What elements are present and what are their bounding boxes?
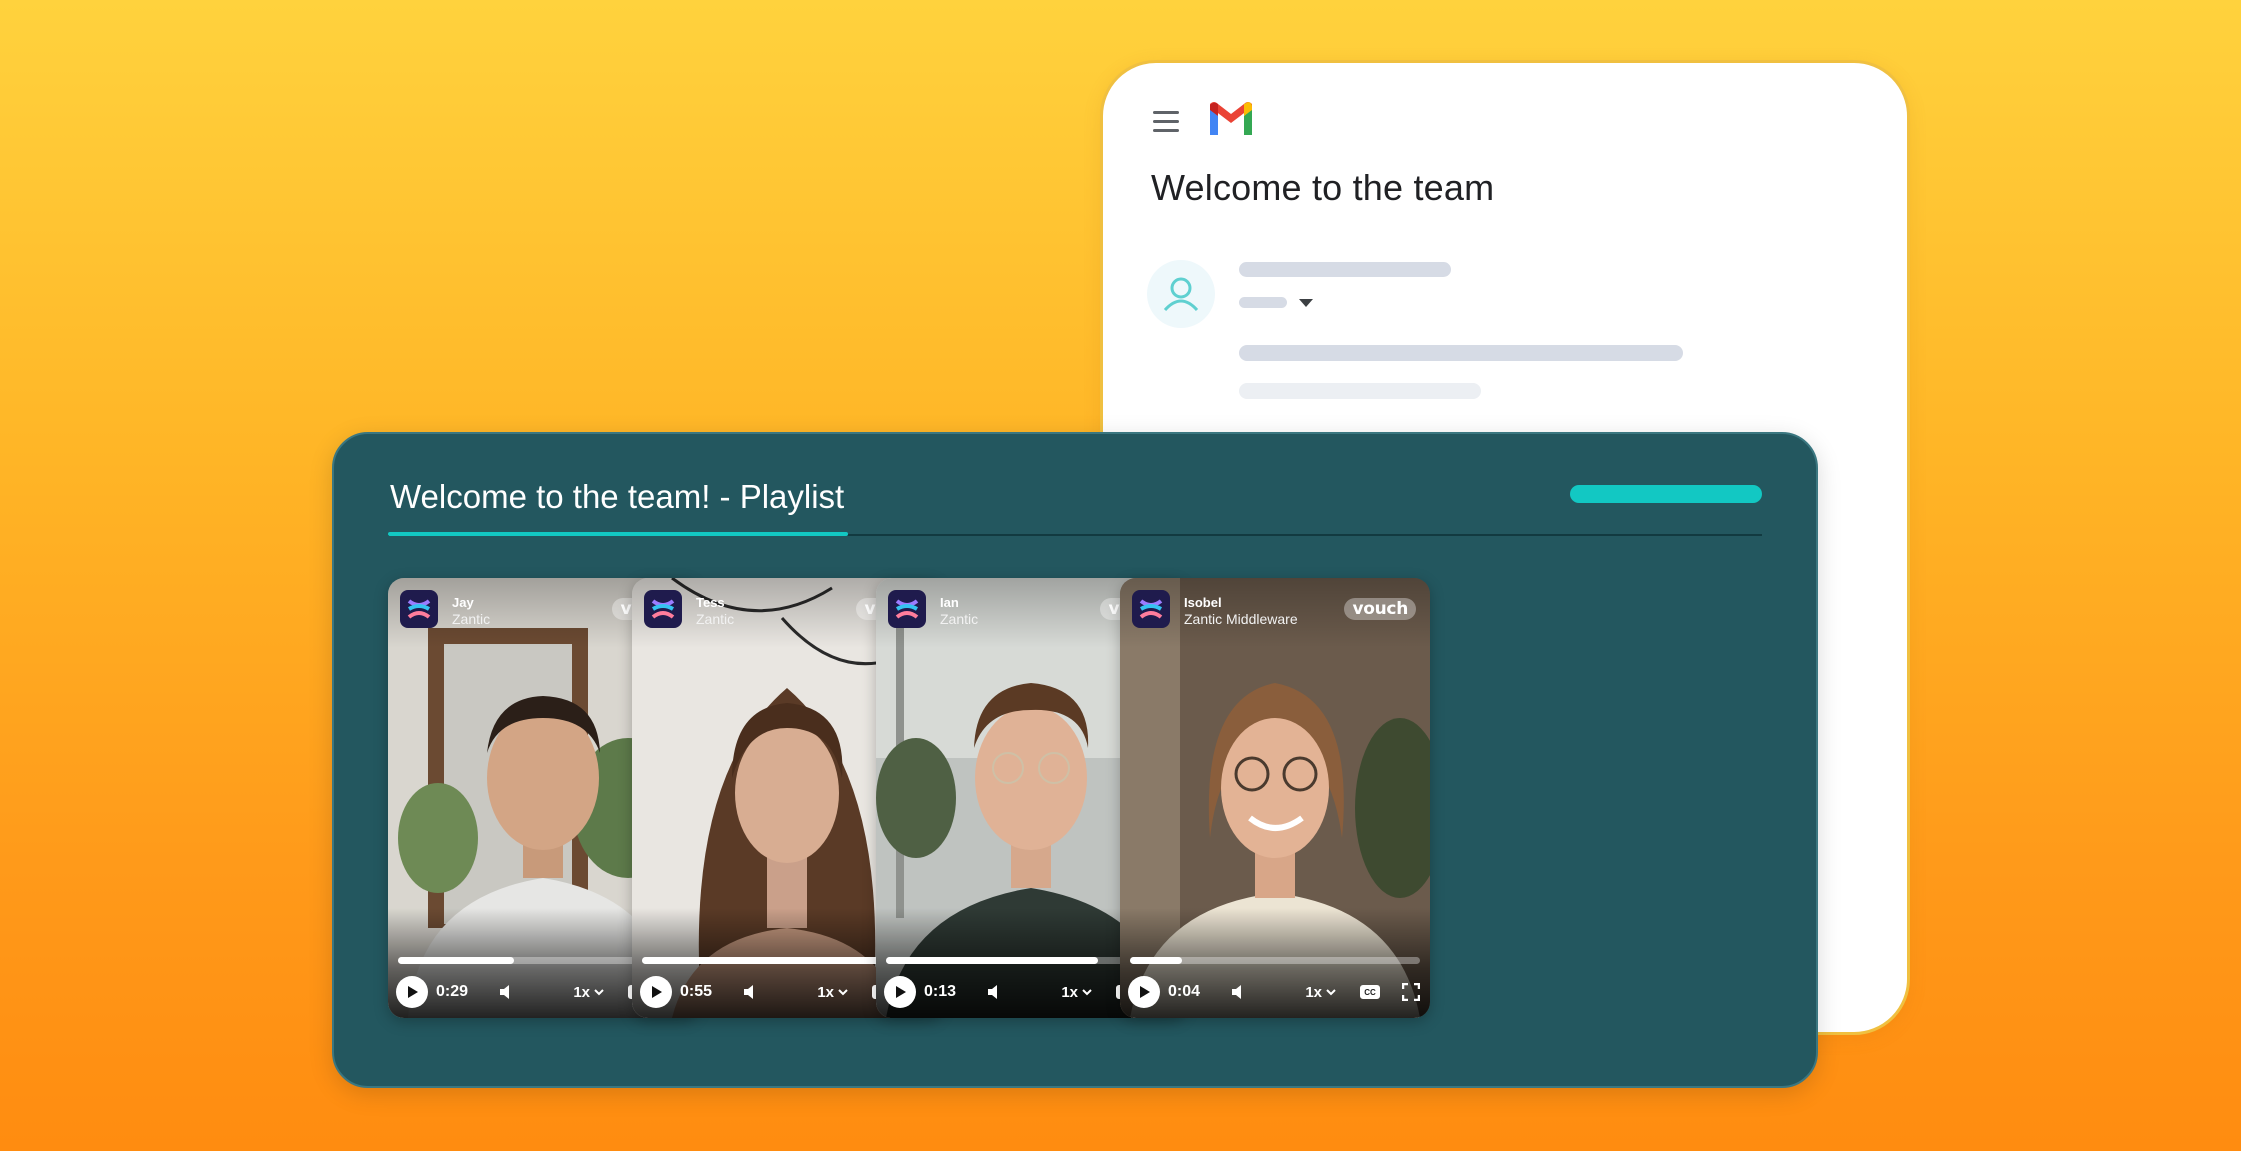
fullscreen-icon[interactable] xyxy=(1402,983,1420,1001)
speaker-name: Tess xyxy=(696,595,725,610)
video-card[interactable]: Isobel Zantic Middleware vouch 0:04 1x C… xyxy=(1120,578,1430,1018)
chevron-down-icon xyxy=(838,989,848,996)
playback-speed-select[interactable]: 1x xyxy=(817,984,848,1001)
vouch-logo: vouch xyxy=(1344,598,1416,620)
progress-bar[interactable] xyxy=(1130,957,1420,964)
chevron-down-icon xyxy=(1326,989,1336,996)
playback-speed-select[interactable]: 1x xyxy=(1305,984,1336,1001)
playback-speed-select[interactable]: 1x xyxy=(573,984,604,1001)
email-subject: Welcome to the team xyxy=(1151,167,1495,208)
play-button[interactable] xyxy=(640,976,672,1008)
body-line-placeholder xyxy=(1239,383,1481,399)
progress-fill xyxy=(642,957,903,964)
video-time: 0:29 xyxy=(436,983,469,1000)
playback-speed: 1x xyxy=(1305,983,1322,1001)
progress-fill xyxy=(398,957,514,964)
play-button[interactable] xyxy=(884,976,916,1008)
playback-speed: 1x xyxy=(573,983,590,1001)
playlist-title: Welcome to the team! - Playlist xyxy=(390,478,845,515)
chevron-down-icon xyxy=(594,989,604,996)
playback-speed: 1x xyxy=(817,983,834,1001)
speaker-company: Zantic xyxy=(452,611,491,627)
body-line-placeholder xyxy=(1239,345,1683,361)
volume-icon[interactable] xyxy=(1230,983,1248,1001)
progress-fill xyxy=(1130,957,1183,964)
sender-name-placeholder xyxy=(1239,262,1451,277)
user-avatar-icon xyxy=(1147,260,1215,328)
captions-icon[interactable]: CC xyxy=(1360,985,1380,999)
speaker-company: Zantic xyxy=(696,611,735,627)
dropdown-caret-icon[interactable] xyxy=(1299,299,1313,307)
speaker-name: Ian xyxy=(940,595,959,610)
volume-icon[interactable] xyxy=(742,983,760,1001)
title-underline xyxy=(388,532,848,536)
zantic-logo-icon xyxy=(644,590,682,628)
playback-speed: 1x xyxy=(1061,983,1078,1001)
playback-speed-select[interactable]: 1x xyxy=(1061,984,1092,1001)
play-button[interactable] xyxy=(1128,976,1160,1008)
zantic-logo-icon xyxy=(1132,590,1170,628)
recipient-placeholder xyxy=(1239,297,1287,308)
playlist-header-pill xyxy=(1570,485,1762,503)
zantic-logo-icon xyxy=(888,590,926,628)
speaker-name: Jay xyxy=(452,595,474,610)
speaker-company: Zantic xyxy=(940,611,979,627)
menu-icon[interactable] xyxy=(1153,105,1185,137)
zantic-logo-icon xyxy=(400,590,438,628)
video-time: 0:55 xyxy=(680,983,713,1000)
video-time: 0:04 xyxy=(1168,983,1201,1000)
video-time: 0:13 xyxy=(924,983,957,1000)
chevron-down-icon xyxy=(1082,989,1092,996)
video-controls: 0:04 1x CC xyxy=(1128,972,1420,1012)
speaker-name: Isobel xyxy=(1184,595,1222,610)
volume-icon[interactable] xyxy=(986,983,1004,1001)
progress-fill xyxy=(886,957,1098,964)
gmail-logo xyxy=(1210,102,1252,135)
play-button[interactable] xyxy=(396,976,428,1008)
speaker-company: Zantic Middleware xyxy=(1184,611,1298,627)
volume-icon[interactable] xyxy=(498,983,516,1001)
video-playlist-panel: Welcome to the team! - Playlist Jay Zant… xyxy=(332,432,1818,1088)
